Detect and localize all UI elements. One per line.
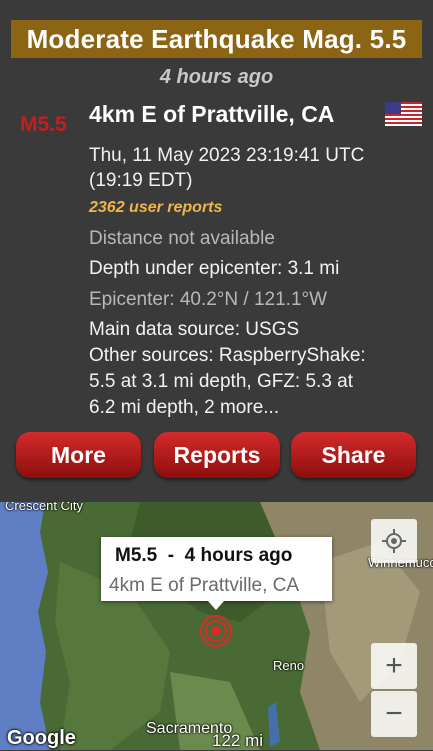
- magnitude-label: M5.5: [20, 113, 67, 136]
- datetime-local: (19:19 EDT): [89, 170, 193, 191]
- other-sources-line-1: Other sources: RaspberryShake:: [89, 345, 366, 366]
- time-ago: 4 hours ago: [159, 66, 274, 88]
- crosshair-icon: [382, 529, 406, 553]
- google-logo: Google: [7, 727, 76, 749]
- epicenter-text: Epicenter: 40.2°N / 121.1°W: [89, 289, 328, 310]
- more-button[interactable]: More: [16, 432, 141, 478]
- other-sources-line-2: 5.5 at 3.1 mi depth, GFZ: 5.3 at: [89, 371, 354, 392]
- distance-text: Distance not available: [89, 228, 275, 249]
- user-reports-count[interactable]: 2362 user reports: [89, 199, 222, 217]
- datetime-utc: Thu, 11 May 2023 23:19:41 UTC: [89, 145, 365, 166]
- zoom-out-button[interactable]: −: [371, 691, 417, 737]
- callout-pointer: [208, 601, 224, 610]
- reports-button[interactable]: Reports: [154, 432, 280, 478]
- map-info-callout[interactable]: M5.5 - 4 hours ago 4km E of Prattville, …: [101, 537, 332, 601]
- callout-title: M5.5 - 4 hours ago: [115, 545, 293, 566]
- map-label-reno: Reno: [273, 658, 305, 673]
- callout-place: 4km E of Prattville, CA: [109, 575, 300, 596]
- zoom-in-button[interactable]: +: [371, 643, 417, 689]
- map-scale: 122 mi: [212, 731, 264, 750]
- alert-title: Moderate Earthquake Mag. 5.5: [11, 20, 422, 58]
- map-label-crescent-city: Crescent City: [5, 502, 84, 513]
- my-location-button[interactable]: [371, 519, 417, 563]
- other-sources-line-3: 6.2 mi depth, 2 more...: [89, 397, 280, 418]
- epicenter-marker-icon[interactable]: [199, 614, 233, 648]
- depth-text: Depth under epicenter: 3.1 mi: [89, 258, 340, 279]
- quake-location: 4km E of Prattville, CA: [89, 101, 335, 127]
- main-source-text: Main data source: USGS: [89, 319, 300, 340]
- share-button[interactable]: Share: [291, 432, 416, 478]
- us-flag-icon: [385, 102, 422, 126]
